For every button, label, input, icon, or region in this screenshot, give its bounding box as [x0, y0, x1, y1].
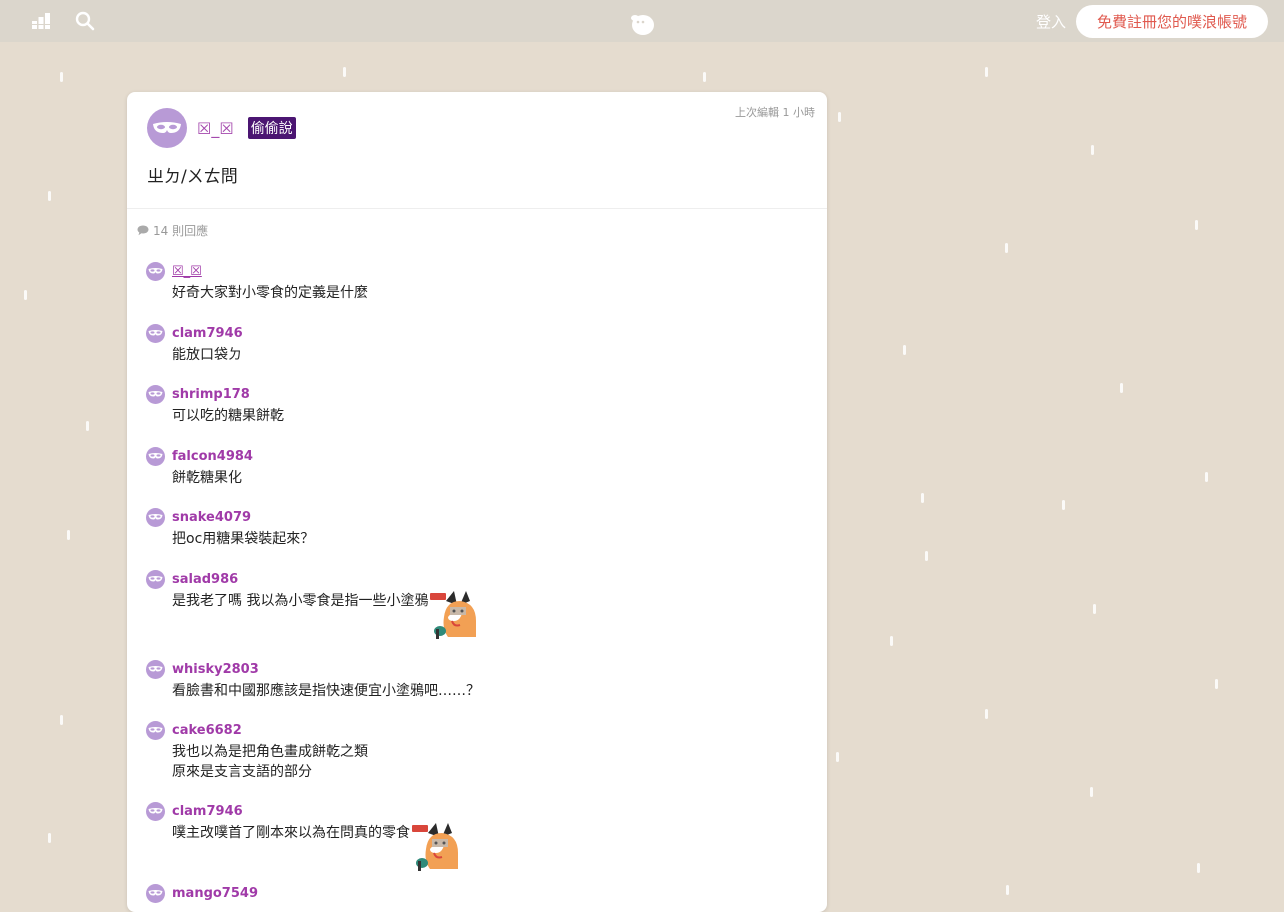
- response-item: snake4079 把oc用糖果袋裝起來？: [146, 507, 806, 549]
- response-text-content: 看臉書和中國那應該是指快速便宜小塗鴉吧……？: [172, 683, 480, 699]
- response-count: 14 則回應: [137, 222, 208, 239]
- mask-icon: [147, 108, 187, 148]
- response-item: whisky2803 看臉書和中國那應該是指快速便宜小塗鴉吧……？: [146, 659, 806, 701]
- response-text-content: 好奇大家對小零食的定義是什麼: [172, 285, 368, 301]
- mask-icon: [146, 384, 165, 404]
- response-author[interactable]: clam7946: [172, 804, 243, 819]
- response-text: 餅乾糖果化: [172, 468, 806, 488]
- response-text: 噗主改噗首了剛本來以為在問真的零食: [172, 823, 806, 871]
- response-count-label: 14 則回應: [153, 224, 209, 238]
- mask-icon: [146, 446, 165, 466]
- mask-icon: [146, 720, 165, 740]
- response-item: clam7946 能放口袋ㄉ: [146, 323, 806, 365]
- fox-sticker-image: [430, 591, 478, 639]
- response-item: falcon4984 餅乾糖果化: [146, 446, 806, 488]
- response-author[interactable]: mango7549: [172, 886, 258, 901]
- response-author[interactable]: clam7946: [172, 326, 243, 341]
- response-item: cake6682 我也以為是把角色畫成餅乾之類 原來是支言支語的部分: [146, 720, 806, 782]
- response-text-content: 把oc用糖果袋裝起來？: [172, 531, 315, 547]
- fox-sticker-image: [412, 823, 460, 871]
- response-item: salad986 是我老了嗎 我以為小零食是指一些小塗鴉: [146, 569, 806, 639]
- response-item: mango7549: [146, 883, 806, 905]
- response-text: 看臉書和中國那應該是指快速便宜小塗鴉吧……？: [172, 681, 806, 701]
- response-author[interactable]: ☒_☒: [172, 264, 202, 279]
- response-text: 能放口袋ㄉ: [172, 345, 806, 365]
- comment-icon: [137, 225, 149, 236]
- response-author[interactable]: snake4079: [172, 510, 251, 525]
- response-text: 可以吃的糖果餅乾: [172, 406, 806, 426]
- response-text-content: 可以吃的糖果餅乾: [172, 408, 284, 424]
- response-author[interactable]: cake6682: [172, 723, 242, 738]
- response-author[interactable]: shrimp178: [172, 387, 250, 402]
- response-text-content: 噗主改噗首了剛本來以為在問真的零食: [172, 825, 410, 841]
- mask-icon: [146, 261, 165, 281]
- response-author[interactable]: falcon4984: [172, 449, 253, 464]
- mask-icon: [146, 507, 165, 527]
- plurk-post-card: 上次編輯 1 小時 ☒_☒ 偷偷說 ㄓㄉ/ㄨㄊ問 14 則回應 ☒_☒ 好奇大家對…: [127, 92, 827, 912]
- response-item: shrimp178 可以吃的糖果餅乾: [146, 384, 806, 426]
- plurk-logo[interactable]: [628, 9, 656, 37]
- post-author-name[interactable]: ☒_☒: [197, 119, 234, 138]
- response-text-content: 餅乾糖果化: [172, 470, 242, 486]
- response-text: 是我老了嗎 我以為小零食是指一些小塗鴉: [172, 591, 806, 639]
- mask-icon: [146, 569, 165, 589]
- post-header: 上次編輯 1 小時 ☒_☒ 偷偷說 ㄓㄉ/ㄨㄊ問: [127, 92, 827, 209]
- response-text: 我也以為是把角色畫成餅乾之類 原來是支言支語的部分: [172, 742, 806, 782]
- response-text-content: 是我老了嗎 我以為小零食是指一些小塗鴉: [172, 593, 429, 609]
- signup-button[interactable]: 免費註冊您的噗浪帳號: [1075, 5, 1268, 38]
- response-author[interactable]: whisky2803: [172, 662, 259, 677]
- response-item: clam7946 噗主改噗首了剛本來以為在問真的零食: [146, 801, 806, 871]
- response-text: 把oc用糖果袋裝起來？: [172, 529, 806, 549]
- response-text-content: 我也以為是把角色畫成餅乾之類 原來是支言支語的部分: [172, 744, 368, 780]
- mask-icon: [146, 801, 165, 821]
- bar-chart-icon[interactable]: [30, 10, 52, 32]
- response-author[interactable]: salad986: [172, 572, 238, 587]
- edited-timestamp: 上次編輯 1 小時: [735, 106, 815, 119]
- login-link[interactable]: 登入: [1036, 11, 1066, 32]
- anonymous-badge: 偷偷說: [247, 117, 296, 139]
- mask-icon: [146, 323, 165, 343]
- mask-icon: [146, 659, 165, 679]
- top-navigation-bar: 登入 免費註冊您的噗浪帳號: [0, 0, 1284, 42]
- response-item: ☒_☒ 好奇大家對小零食的定義是什麼: [146, 261, 806, 303]
- search-icon[interactable]: [74, 10, 96, 32]
- response-text: 好奇大家對小零食的定義是什麼: [172, 283, 806, 303]
- post-content: ㄓㄉ/ㄨㄊ問: [147, 167, 238, 187]
- response-text-content: 能放口袋ㄉ: [172, 347, 242, 363]
